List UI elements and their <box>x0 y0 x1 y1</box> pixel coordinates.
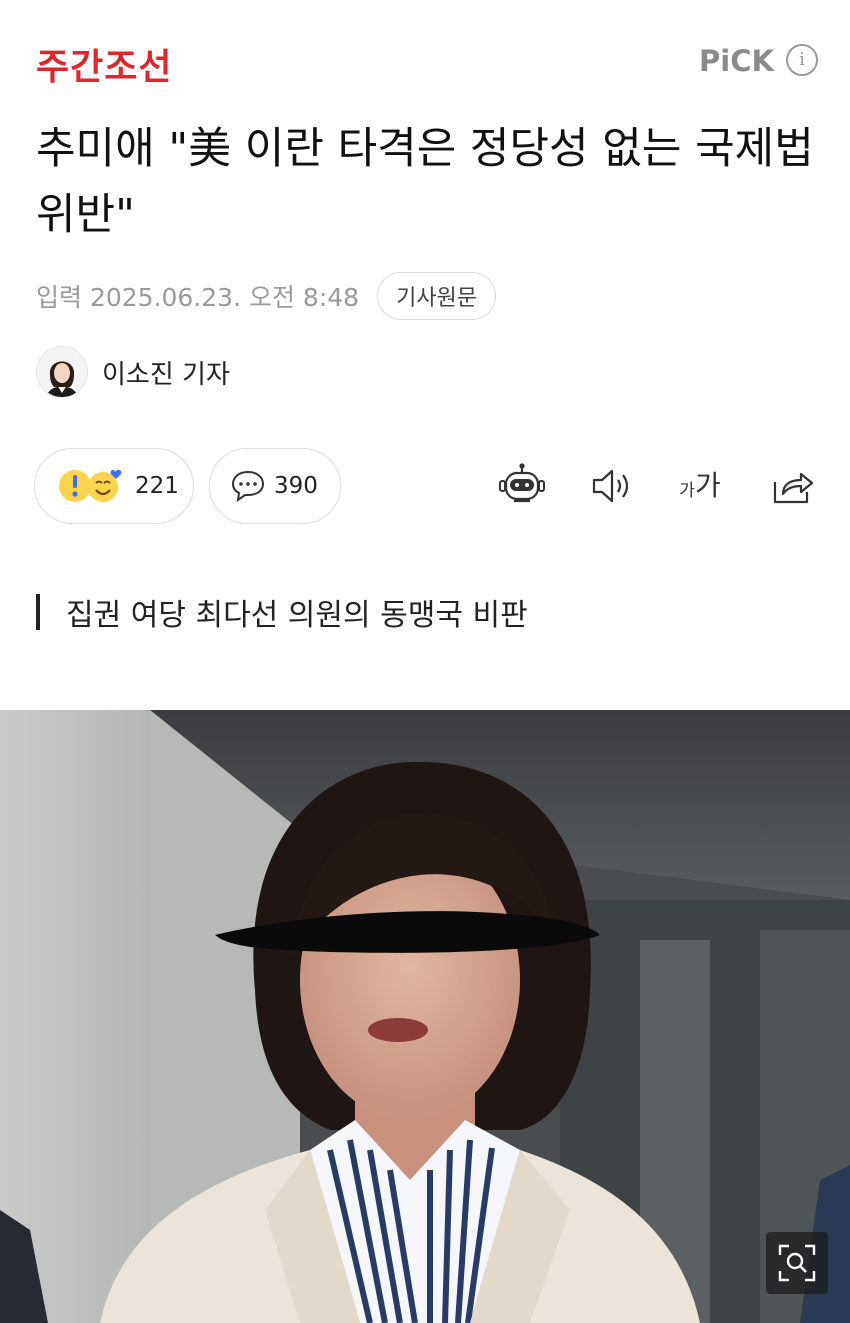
comment-count: 390 <box>274 473 318 499</box>
photo-zoom-button[interactable] <box>766 1232 828 1294</box>
font-size-button[interactable]: 가 가 <box>672 460 728 512</box>
summary-bot-icon <box>497 463 547 509</box>
article-subtitle: 집권 여당 최다선 의원의 동맹국 비판 <box>36 590 528 634</box>
reaction-icon <box>57 466 125 506</box>
comment-button[interactable]: 390 <box>209 448 341 524</box>
published-date: 입력 2025.06.23. 오전 8:48 <box>36 283 360 312</box>
subtitle-text: 집권 여당 최다선 의원의 동맹국 비판 <box>66 598 528 633</box>
subtitle-bar <box>36 594 40 630</box>
header: 주간조선 PiCK i <box>0 0 850 120</box>
avatar <box>36 346 88 398</box>
font-size-large: 가 <box>694 469 721 502</box>
publisher-logo[interactable]: 주간조선 <box>36 38 172 90</box>
original-article-button[interactable]: 기사원문 <box>377 272 497 320</box>
font-size-small: 가 <box>679 481 695 501</box>
summary-bot-button[interactable] <box>496 460 548 512</box>
article-meta: 입력 2025.06.23. 오전 8:48 기사원문 <box>36 272 497 320</box>
article-photo[interactable] <box>0 710 850 1323</box>
share-button[interactable] <box>770 460 816 512</box>
author-name: 이소진 기자 <box>102 359 230 390</box>
share-icon <box>771 466 815 506</box>
pick-label[interactable]: PiCK <box>699 44 774 78</box>
font-size-icon: 가 가 <box>679 469 721 502</box>
reaction-button[interactable]: 221 <box>34 448 194 524</box>
article-title: 추미애 "美 이란 타격은 정당성 없는 국제법 위반" <box>36 124 814 240</box>
speaker-icon <box>589 466 633 506</box>
zoom-icon <box>777 1243 817 1283</box>
info-icon[interactable]: i <box>786 44 818 76</box>
author-row[interactable]: 이소진 기자 <box>36 346 230 398</box>
tts-button[interactable] <box>588 460 634 512</box>
comment-icon <box>230 469 266 503</box>
reaction-count: 221 <box>135 473 179 499</box>
